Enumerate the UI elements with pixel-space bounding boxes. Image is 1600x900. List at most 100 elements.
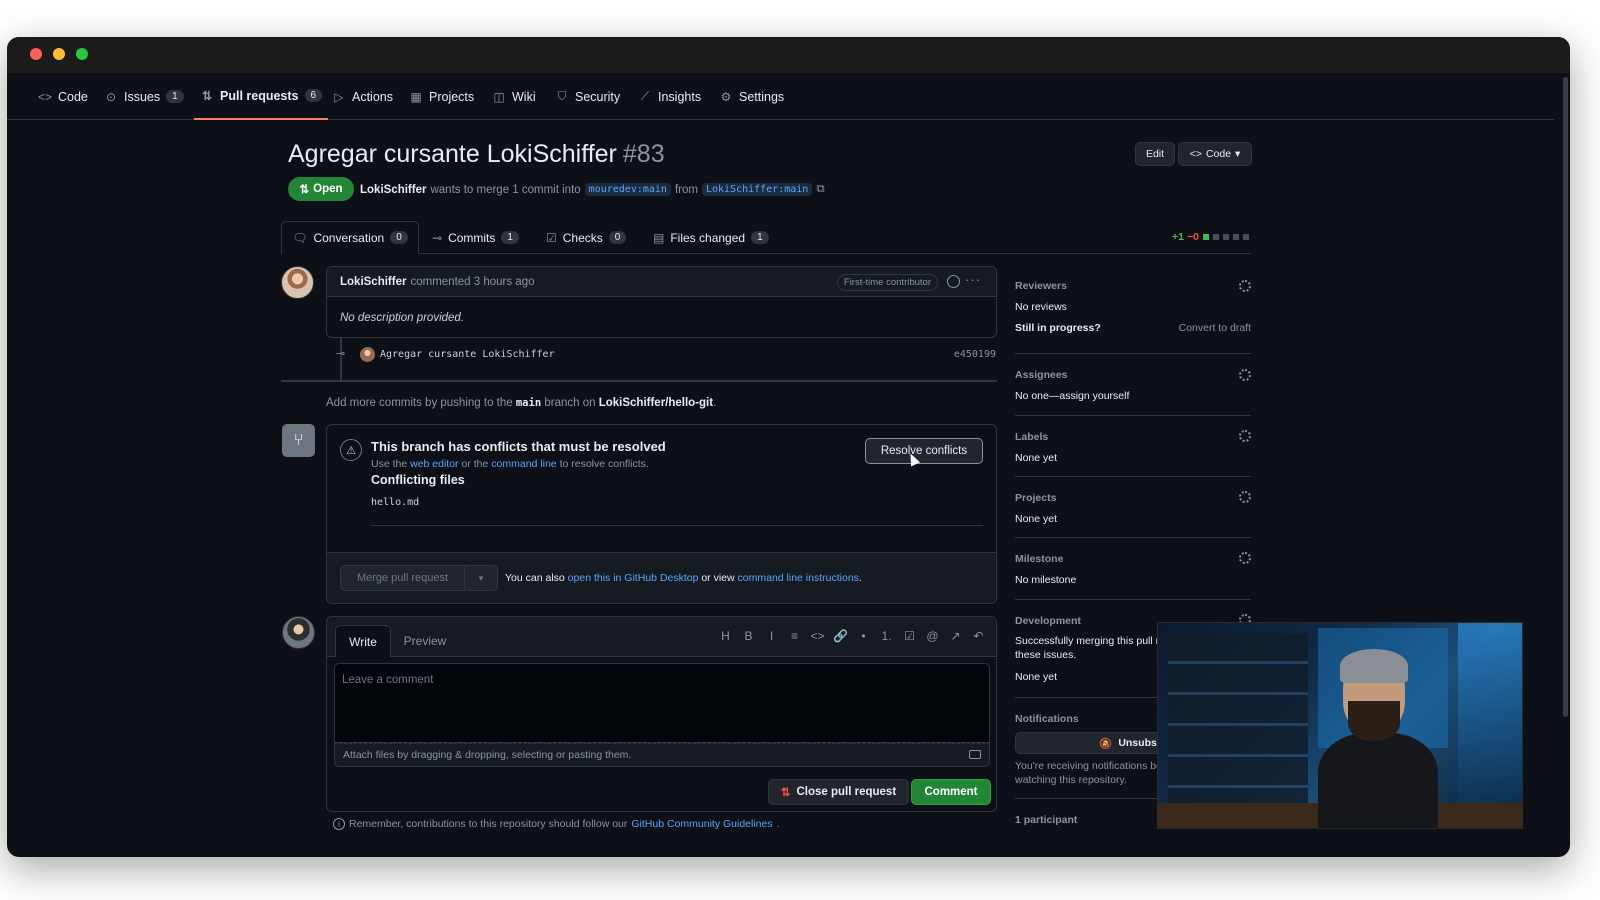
from-text: from <box>674 183 698 196</box>
commit-message[interactable]: Agregar cursante LokiSchiffer <box>380 349 555 360</box>
comment-body: No description provided. <box>340 312 465 324</box>
comment-textarea[interactable]: Leave a comment <box>334 663 990 743</box>
commit-author-avatar[interactable] <box>360 346 375 362</box>
tab-checks[interactable]: ☑ Checks 0 <box>546 221 627 254</box>
tab-commits-count: 1 <box>501 231 519 244</box>
reviewers-gear-icon[interactable] <box>1239 280 1251 292</box>
checklist-icon: ☑ <box>546 230 557 245</box>
commit-sha[interactable]: e450199 <box>954 349 996 360</box>
labels-heading[interactable]: Labels <box>1015 431 1048 443</box>
commit-icon: ⊸ <box>335 347 346 360</box>
development-heading[interactable]: Development <box>1015 615 1081 627</box>
milestone-heading[interactable]: Milestone <box>1015 553 1063 565</box>
milestone-gear-icon[interactable] <box>1239 552 1251 564</box>
projects-gear-icon[interactable] <box>1239 491 1251 503</box>
caret-down-icon: ▾ <box>1235 148 1241 160</box>
smiley-icon[interactable] <box>947 275 960 288</box>
ordered-list-icon[interactable]: 1. <box>879 629 894 643</box>
link-icon[interactable]: 🔗 <box>833 629 848 643</box>
github-desktop-link[interactable]: open this in GitHub Desktop <box>568 572 699 584</box>
nav-settings-label: Settings <box>739 89 785 104</box>
nav-code[interactable]: <> Code <box>38 73 88 120</box>
comment-author[interactable]: LokiSchiffer <box>340 276 406 288</box>
tab-write[interactable]: Write <box>335 625 391 657</box>
projects-heading[interactable]: Projects <box>1015 492 1056 504</box>
resolve-conflicts-button[interactable]: Resolve conflicts <box>865 438 983 464</box>
close-pull-request-button[interactable]: ⇅ Close pull request <box>768 779 909 805</box>
issue-icon: ⊙ <box>105 89 117 104</box>
command-line-instructions-link[interactable]: command line instructions <box>738 572 859 584</box>
guidelines-suffix: . <box>776 818 780 830</box>
push-hint-prefix: Add more commits by pushing to the <box>326 397 513 409</box>
assignees-gear-icon[interactable] <box>1239 369 1251 381</box>
edit-button[interactable]: Edit <box>1135 142 1175 166</box>
minimize-window-button[interactable] <box>53 48 65 60</box>
nav-settings[interactable]: ⚙ Settings <box>719 73 785 120</box>
assignees-heading[interactable]: Assignees <box>1015 369 1068 381</box>
push-hint-repo[interactable]: LokiSchiffer/hello-git <box>599 397 713 409</box>
webcam-person <box>1318 649 1438 828</box>
code-icon[interactable]: <> <box>810 629 825 643</box>
command-line-link[interactable]: command line <box>491 458 556 470</box>
conflict-description: Use the web editor or the command line t… <box>371 458 649 470</box>
author-avatar[interactable] <box>281 266 314 299</box>
push-hint-suffix: . <box>713 397 717 409</box>
nav-insights[interactable]: ⟋ Insights <box>638 73 701 120</box>
community-guidelines-link[interactable]: GitHub Community Guidelines <box>631 818 772 830</box>
convert-to-draft-link[interactable]: Convert to draft <box>1179 322 1251 334</box>
quote-icon[interactable]: ≡ <box>787 629 802 643</box>
nav-code-label: Code <box>58 89 88 104</box>
still-in-progress-label: Still in progress? <box>1015 322 1101 334</box>
merge-pull-request-button[interactable]: Merge pull request <box>340 565 465 591</box>
diffstat-block <box>1243 234 1249 240</box>
conflict-title: This branch has conflicts that must be r… <box>371 439 666 454</box>
attach-files-area[interactable]: Attach files by dragging & dropping, sel… <box>334 743 990 767</box>
italic-icon[interactable]: I <box>764 629 779 643</box>
reviewers-heading[interactable]: Reviewers <box>1015 280 1067 292</box>
unordered-list-icon[interactable]: • <box>856 629 871 643</box>
comment-discussion-icon: 🗨 <box>292 230 308 245</box>
heading-icon[interactable]: H <box>718 629 733 643</box>
conflict-desc-prefix: Use the <box>371 458 408 470</box>
comment-button[interactable]: Comment <box>911 779 991 805</box>
conflict-desc-suffix: to resolve conflicts. <box>559 458 649 470</box>
bold-icon[interactable]: B <box>741 629 756 643</box>
assignees-value[interactable]: No one—assign yourself <box>1015 390 1129 402</box>
pr-state-badge: ⇅ Open <box>288 177 354 201</box>
reply-icon[interactable]: ↶ <box>971 629 986 643</box>
nav-pull-requests[interactable]: ⇅ Pull requests 6 <box>194 73 329 120</box>
tab-files-changed[interactable]: ▤ Files changed 1 <box>653 221 769 254</box>
labels-gear-icon[interactable] <box>1239 430 1251 442</box>
web-editor-link[interactable]: web editor <box>410 458 458 470</box>
nav-projects[interactable]: ▦ Projects <box>409 73 474 120</box>
current-user-avatar[interactable] <box>282 616 315 649</box>
conflicting-files-title: Conflicting files <box>371 473 465 487</box>
nav-wiki[interactable]: ◫ Wiki <box>492 73 535 120</box>
pr-author-link[interactable]: LokiSchiffer <box>360 184 426 196</box>
copy-icon[interactable]: ⧉ <box>816 183 824 196</box>
nav-security[interactable]: ⛉ Security <box>555 73 620 120</box>
tab-commits[interactable]: ⊸ Commits 1 <box>432 221 519 254</box>
tab-conversation[interactable]: 🗨 Conversation 0 <box>281 221 419 254</box>
kebab-menu-icon[interactable]: ··· <box>965 272 981 287</box>
close-window-button[interactable] <box>30 48 42 60</box>
nav-issues[interactable]: ⊙ Issues 1 <box>104 73 184 120</box>
code-dropdown-button[interactable]: <> Code ▾ <box>1178 142 1252 166</box>
nav-actions[interactable]: ▷ Actions <box>332 73 393 120</box>
issues-counter: 1 <box>166 90 184 103</box>
comment-header: LokiSchiffer commented 3 hours ago First… <box>327 267 996 297</box>
task-list-icon[interactable]: ☑ <box>902 629 917 643</box>
cross-reference-icon[interactable]: ↗ <box>948 629 963 643</box>
mention-icon[interactable]: @ <box>925 629 940 643</box>
head-branch[interactable]: LokiSchiffer:main <box>701 183 813 196</box>
page-scrollbar[interactable] <box>1563 77 1568 717</box>
book-icon: ◫ <box>493 89 505 104</box>
base-branch[interactable]: mouredev:main <box>584 183 671 196</box>
diffstat-additions: +1 <box>1172 231 1185 243</box>
pr-meta-line: LokiSchiffer wants to merge 1 commit int… <box>360 183 825 196</box>
merge-options-dropdown[interactable]: ▾ <box>465 565 498 591</box>
maximize-window-button[interactable] <box>76 48 88 60</box>
tab-preview[interactable]: Preview <box>397 625 453 657</box>
webcam-overlay <box>1157 622 1523 829</box>
tab-checks-count: 0 <box>608 231 627 244</box>
